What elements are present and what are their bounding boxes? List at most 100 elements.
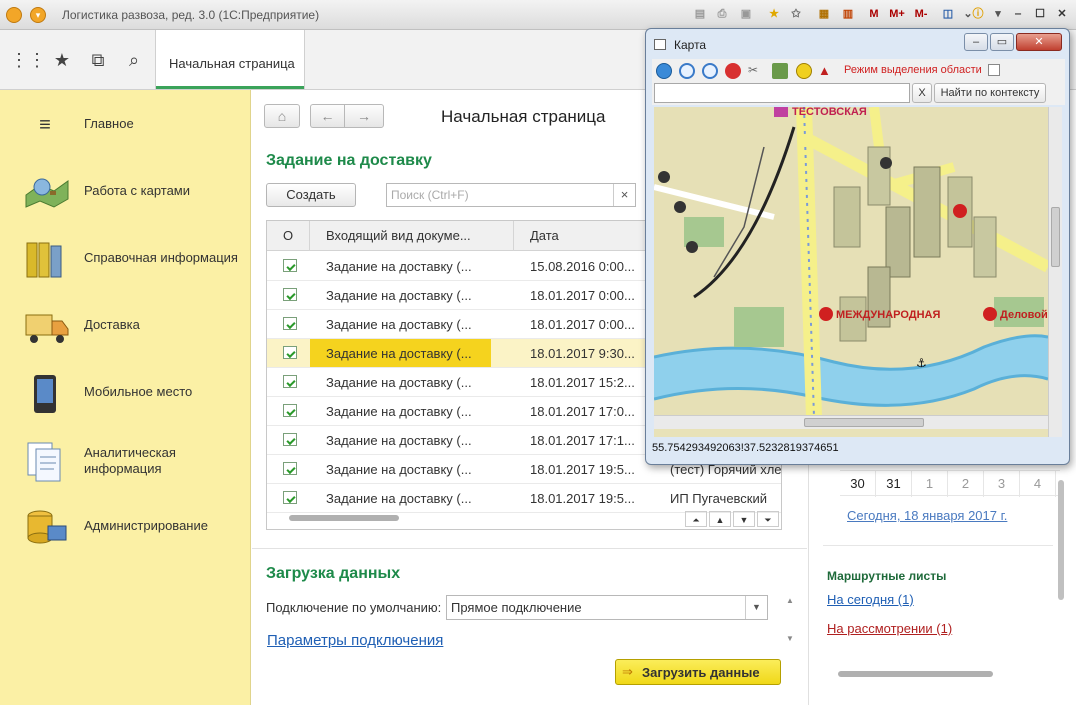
calendar-day[interactable]: 4 (1020, 471, 1056, 497)
right-panel-hscrollbar[interactable] (826, 670, 1046, 678)
calendar-day[interactable]: 2 (948, 471, 984, 497)
column-header-date[interactable]: Дата (530, 228, 559, 243)
minimize-icon[interactable]: ‒ (964, 33, 988, 51)
scrollbar-thumb[interactable] (289, 515, 399, 521)
memory-minus-button[interactable]: M- (910, 6, 932, 22)
memory-plus-button[interactable]: M+ (886, 6, 908, 22)
document-check-icon (283, 433, 297, 446)
sidebar-item-reference[interactable]: Справочная информация (0, 234, 251, 284)
today-link[interactable]: Сегодня, 18 января 2017 г. (847, 508, 1007, 523)
connection-params-link[interactable]: Параметры подключения (267, 632, 443, 649)
sidebar-item-label: Аналитическая информация (84, 445, 176, 476)
routes-review-link[interactable]: На рассмотрении (1) (827, 621, 952, 636)
sidebar-item-delivery[interactable]: Доставка (0, 301, 251, 351)
print-icon[interactable]: ⎙ (714, 6, 730, 22)
info-icon[interactable]: ⓘ (970, 6, 986, 22)
calendar-day[interactable]: 31 (876, 471, 912, 497)
sidebar-item-label: Администрирование (84, 518, 208, 533)
routes-heading: Маршрутные листы (827, 569, 947, 583)
sidebar-item-admin[interactable]: Администрирование (0, 502, 251, 552)
right-panel-scrollbar[interactable] (1056, 470, 1066, 660)
favorite-add-icon[interactable]: ★ (766, 6, 782, 22)
calculator-icon[interactable]: ▦ (816, 6, 832, 22)
globe-icon[interactable] (656, 63, 672, 79)
scroll-bottom-button[interactable]: ⏷ (757, 511, 779, 527)
clear-search-icon[interactable]: × (613, 184, 635, 206)
column-header-o[interactable]: О (283, 228, 293, 243)
zoom-in-icon[interactable] (679, 63, 695, 79)
close-icon[interactable]: ✕ (1016, 33, 1062, 51)
routes-today-link[interactable]: На сегодня (1) (827, 592, 914, 607)
sidebar-item-main[interactable]: ≡ Главное (0, 100, 251, 150)
search-input[interactable]: Поиск (Ctrl+F) × (386, 183, 636, 207)
map-horizontal-scrollbar[interactable] (654, 415, 1048, 429)
create-button[interactable]: Создать (266, 183, 356, 207)
map-window-title: Карта (674, 38, 707, 52)
back-button[interactable]: ← (310, 104, 344, 128)
calendar-day[interactable]: 30 (840, 471, 876, 497)
search-placeholder: Поиск (Ctrl+F) (391, 188, 469, 202)
cell-date: 18.01.2017 19:5... (530, 491, 635, 506)
main-menu-icon[interactable]: ▾ (30, 7, 46, 23)
map-context-search-button[interactable]: Найти по контексту (934, 83, 1046, 103)
memory-m-button[interactable]: M (866, 6, 882, 22)
stop-icon[interactable] (725, 63, 741, 79)
tab-home[interactable]: Начальная страница (155, 30, 305, 89)
scrollbar-thumb[interactable] (1051, 207, 1060, 267)
load-data-button[interactable]: ⇒ Загрузить данные (615, 659, 781, 685)
star-icon[interactable]: ★ (48, 46, 76, 74)
map-image[interactable]: ТЕСТОВСКАЯ МЕЖДУНАРОДНАЯ Деловой ⚓ (654, 107, 1051, 418)
sidebar-item-maps[interactable]: Работа с картами (0, 167, 251, 217)
scroll-up-button[interactable]: ▲ (709, 511, 731, 527)
map-view[interactable]: ТЕСТОВСКАЯ МЕЖДУНАРОДНАЯ Деловой ⚓ (654, 107, 1056, 437)
horizontal-scrollbar[interactable] (277, 514, 657, 522)
scroll-down-button[interactable]: ▼ (733, 511, 755, 527)
road-cone-icon[interactable]: ▲ (818, 63, 834, 79)
cell-doc: Задание на доставку (... (326, 462, 472, 477)
search-icon[interactable]: ⌕ (120, 46, 148, 74)
calendar-day[interactable]: 3 (984, 471, 1020, 497)
sidebar-item-label: Справочная информация (84, 250, 238, 265)
connection-select[interactable]: Прямое подключение ▼ (446, 595, 768, 620)
menu-icon: ≡ (39, 114, 51, 136)
tab-active-underline (156, 86, 304, 89)
bookmark-icon[interactable]: ✩ (788, 6, 804, 22)
calendar-icon[interactable]: ▥ (840, 6, 856, 22)
chevron-down-icon[interactable]: ▼ (745, 596, 767, 619)
minimize-icon[interactable]: ‒ (1010, 6, 1026, 22)
scrollbar-thumb[interactable] (1058, 480, 1064, 600)
document-check-icon (283, 462, 297, 475)
scrollbar-thumb[interactable] (804, 418, 924, 427)
apps-grid-icon[interactable]: ⋮⋮ (10, 46, 46, 74)
zoom-out-icon[interactable] (702, 63, 718, 79)
maximize-icon[interactable]: ▭ (990, 33, 1014, 51)
history-icon[interactable]: ⧉ (84, 46, 112, 74)
form-scroll-up-icon[interactable]: ▲ (786, 596, 794, 605)
map-vertical-scrollbar[interactable] (1048, 107, 1062, 437)
scrollbar-thumb[interactable] (838, 671, 993, 677)
scroll-top-button[interactable]: ⏶ (685, 511, 707, 527)
app-logo-icon[interactable] (6, 7, 22, 23)
preview-icon[interactable]: ▣ (738, 6, 754, 22)
sidebar-item-mobile[interactable]: Мобильное место (0, 368, 251, 418)
home-button[interactable]: ⌂ (264, 104, 300, 128)
close-icon[interactable]: ✕ (1054, 6, 1070, 22)
table-row[interactable]: Задание на доставку (... 18.01.2017 19:5.… (267, 484, 781, 513)
save-icon[interactable]: ▤ (692, 6, 708, 22)
calendar-row: 30 31 1 2 3 4 (840, 470, 1060, 497)
panels-icon[interactable]: ◫ (940, 6, 956, 22)
cell-doc: Задание на доставку (... (326, 288, 472, 303)
form-scroll-down-icon[interactable]: ▼ (786, 634, 794, 643)
map-search-input[interactable] (654, 83, 910, 103)
chevron-down-icon[interactable]: ▾ (990, 6, 1006, 22)
map-clear-button[interactable]: X (912, 83, 932, 103)
calendar-day[interactable]: 1 (912, 471, 948, 497)
forward-button[interactable]: → (344, 104, 384, 128)
print-icon[interactable] (772, 63, 788, 79)
maximize-icon[interactable]: ☐ (1032, 6, 1048, 22)
lightbulb-icon[interactable] (796, 63, 812, 79)
selection-mode-checkbox[interactable] (988, 64, 1000, 76)
sidebar-item-analytics[interactable]: Аналитическая информация (0, 435, 251, 491)
tools-icon[interactable]: ✂ (748, 63, 764, 79)
column-header-doc[interactable]: Входящий вид докуме... (326, 228, 471, 243)
